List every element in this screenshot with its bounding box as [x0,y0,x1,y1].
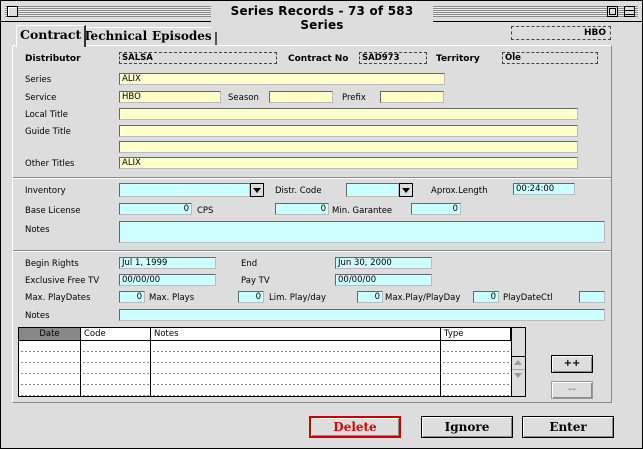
service-badge: HBO [511,26,611,40]
max-plays-input[interactable]: 0 [238,291,264,303]
tab-technical[interactable]: Technical [80,27,153,45]
min-garantee-input[interactable]: 0 [411,203,461,215]
inventory-dropdown-icon[interactable] [250,183,264,197]
end-input[interactable]: Jun 30, 2000 [335,257,432,269]
records-table[interactable]: Date Code Notes Type [18,327,526,397]
prefix-input[interactable] [380,91,444,103]
ignore-button[interactable]: Ignore [421,416,513,438]
scroll-down-arrow-icon[interactable] [512,369,525,382]
other-titles-input[interactable]: ALIX [119,157,578,169]
local-title-label: Local Title [25,110,68,120]
guide-title-label: Guide Title [25,127,71,137]
column-header-notes[interactable]: Notes [151,328,441,340]
local-title-input[interactable] [119,108,578,120]
play-date-ctl-label: PlayDateCtl [503,293,553,303]
add-row-button[interactable]: ++ [551,355,593,373]
aprox-length-label: Aprox.Length [431,186,488,196]
series-input[interactable]: ALIX [119,73,445,85]
lim-play-day-input[interactable]: 0 [357,291,383,303]
tab-episodes[interactable]: Episodes [149,27,217,45]
section-divider-1 [13,177,611,179]
service-label: Service [25,93,57,103]
title-bar[interactable]: Series Records - 73 of 583 Series [1,1,642,32]
territory-label: Territory [436,54,480,64]
section-divider-2 [13,250,611,252]
column-header-code[interactable]: Code [81,328,151,340]
guide-title-input-2[interactable] [119,141,578,153]
max-play-playday-label: Max.Play/PlayDay [385,293,461,303]
max-plays-label: Max. Plays [149,293,195,303]
table-scrollbar[interactable] [511,328,525,396]
close-box-icon[interactable] [7,6,18,17]
contract-no-field: SAD973 [359,52,427,64]
play-date-ctl-input[interactable] [579,291,605,303]
begin-rights-input[interactable]: Jul 1, 1999 [119,257,216,269]
begin-rights-label: Begin Rights [25,259,79,269]
service-input[interactable]: HBO [119,91,221,103]
table-column-notes[interactable] [151,341,441,396]
exclusive-free-tv-input[interactable]: 00/00/00 [119,274,216,286]
remove-row-button[interactable]: -- [551,381,593,399]
inventory-notes-input[interactable] [119,221,605,243]
guide-title-input[interactable] [119,125,578,137]
table-column-code[interactable] [81,341,151,396]
series-label: Series [25,75,52,85]
table-column-type[interactable] [441,341,511,396]
prefix-label: Prefix [342,93,366,103]
distributor-label: Distributor [25,54,81,64]
distributor-field: SALSA [119,52,277,64]
distr-code-select[interactable] [346,183,399,197]
table-column-date[interactable] [19,341,81,396]
collapse-box-icon[interactable] [624,6,635,17]
inventory-notes-label: Notes [25,225,50,235]
window-title: Series Records - 73 of 583 Series [211,4,433,32]
scroll-up-arrow-icon[interactable] [512,356,525,369]
aprox-length-input[interactable]: 00:24:00 [513,183,575,195]
max-play-playday-input[interactable]: 0 [473,291,499,303]
delete-button[interactable]: Delete [309,416,401,438]
other-titles-label: Other Titles [25,159,75,169]
zoom-box-icon[interactable] [607,6,618,17]
column-header-date[interactable]: Date [19,328,81,340]
rights-notes-label: Notes [25,311,50,321]
base-license-input[interactable]: 0 [119,203,192,215]
contract-no-label: Contract No [288,54,349,64]
max-play-dates-label: Max. PlayDates [25,293,91,303]
distr-code-dropdown-icon[interactable] [399,183,413,197]
inventory-select[interactable] [119,183,250,197]
end-label: End [241,259,258,269]
cps-label: CPS [197,206,214,216]
season-input[interactable] [269,91,333,103]
exclusive-free-tv-label: Exclusive Free TV [25,276,100,286]
table-header: Date Code Notes Type [19,328,511,341]
cps-input[interactable]: 0 [275,203,329,215]
season-label: Season [228,93,259,103]
max-play-dates-input[interactable]: 0 [119,291,145,303]
tab-contract[interactable]: Contract [16,25,87,47]
lim-play-day-label: Lim. Play/day [269,293,327,303]
inventory-label: Inventory [25,186,66,196]
pay-tv-label: Pay TV [241,276,270,286]
base-license-label: Base License [25,206,81,216]
distr-code-label: Distr. Code [275,186,322,196]
pay-tv-input[interactable]: 00/00/00 [335,274,432,286]
rights-notes-input[interactable] [119,309,605,321]
territory-field: Ole [502,52,598,64]
column-header-type[interactable]: Type [441,328,511,340]
series-records-window: Series Records - 73 of 583 Series Contra… [0,0,643,449]
enter-button[interactable]: Enter [522,416,614,438]
min-garantee-label: Min. Garantee [332,206,393,216]
